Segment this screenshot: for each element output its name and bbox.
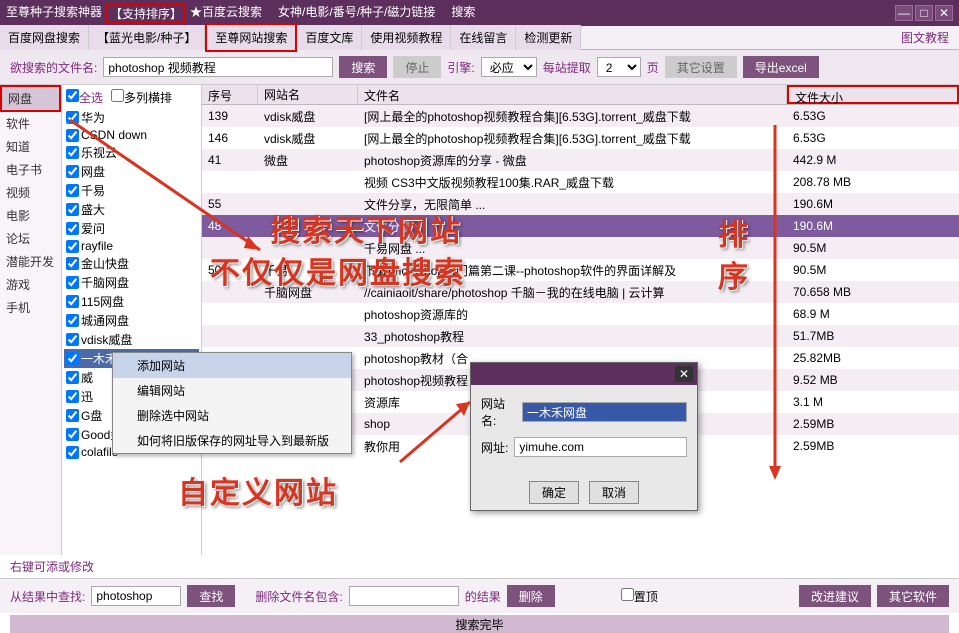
per-select[interactable]: 2 bbox=[597, 57, 641, 77]
table-row[interactable]: 55文件分享，无限简单 ...190.6M bbox=[202, 193, 959, 215]
category-item[interactable]: 游戏 bbox=[0, 273, 61, 296]
search-input[interactable] bbox=[103, 57, 333, 77]
table-row[interactable]: 50千易下载photoshop入门篇第二课--photoshop软件的界面详解及… bbox=[202, 259, 959, 281]
col-name[interactable]: 文件名 bbox=[358, 85, 787, 104]
category-item[interactable]: 视频 bbox=[0, 181, 61, 204]
stop-button[interactable]: 停止 bbox=[393, 56, 441, 78]
dlg-cancel[interactable]: 取消 bbox=[589, 481, 639, 504]
table-row[interactable]: 视频 CS3中文版视频教程100集.RAR_威盘下载208.78 MB bbox=[202, 171, 959, 193]
baidu-cloud[interactable]: ★百度云搜索 bbox=[190, 3, 262, 24]
engine-select[interactable]: 必应 bbox=[481, 57, 537, 77]
select-all[interactable]: 全选 bbox=[66, 89, 103, 106]
dlg-url-label: 网址: bbox=[481, 439, 508, 456]
del-suffix: 的结果 bbox=[465, 588, 501, 605]
progress-bar: 搜索完毕 bbox=[10, 615, 949, 633]
support-sort: 【支持排序】 bbox=[106, 3, 186, 24]
site-item[interactable]: 115网盘 bbox=[64, 292, 199, 311]
table-row[interactable]: 146vdisk威盘[网上最全的photoshop视频教程合集][6.53G].… bbox=[202, 127, 959, 149]
category-item[interactable]: 潜能开发 bbox=[0, 250, 61, 273]
filter-bar: 从结果中查找: 查找 删除文件名包含: 的结果 删除 置顶 改进建议 其它软件 bbox=[0, 578, 959, 613]
table-row[interactable]: 48文件分享 ...190.6M bbox=[202, 215, 959, 237]
site-item[interactable]: 华为 bbox=[64, 108, 199, 127]
tab-1[interactable]: 【蓝光电影/种子】 bbox=[89, 25, 205, 50]
maximize-button[interactable]: □ bbox=[915, 5, 933, 21]
site-item[interactable]: 乐视云 bbox=[64, 143, 199, 162]
tab-2[interactable]: 至尊网站搜索 bbox=[205, 23, 297, 52]
category-item[interactable]: 电子书 bbox=[0, 158, 61, 181]
filter-input[interactable] bbox=[91, 586, 181, 606]
app-title: 至尊种子搜索神器 bbox=[6, 3, 102, 24]
site-item[interactable]: CSDN down bbox=[64, 127, 199, 143]
search-label: 欲搜索的文件名: bbox=[10, 59, 97, 76]
tab-5[interactable]: 在线留言 bbox=[451, 25, 516, 50]
main-tabs: 百度网盘搜索【蓝光电影/种子】至尊网站搜索百度文库使用视频教程在线留言检测更新 图… bbox=[0, 26, 959, 50]
site-item[interactable]: 金山快盘 bbox=[64, 254, 199, 273]
multi-col[interactable]: 多列横排 bbox=[111, 89, 172, 106]
col-seq[interactable]: 序号 bbox=[202, 85, 258, 104]
search-button[interactable]: 搜索 bbox=[339, 56, 387, 78]
dlg-name-input[interactable] bbox=[522, 402, 687, 422]
category-item[interactable]: 论坛 bbox=[0, 227, 61, 250]
site-item[interactable]: 城通网盘 bbox=[64, 311, 199, 330]
ctx-item[interactable]: 添加网站 bbox=[113, 353, 351, 378]
add-site-dialog: ✕ 网站名: 网址: 确定 取消 bbox=[470, 362, 698, 511]
table-row[interactable]: photoshop资源库的68.9 M bbox=[202, 303, 959, 325]
context-menu: 添加网站编辑网站删除选中网站如何将旧版保存的网址导入到最新版 bbox=[112, 352, 352, 454]
progress-text: 搜索完毕 bbox=[455, 616, 503, 633]
site-item[interactable]: vdisk威盘 bbox=[64, 330, 199, 349]
page-label: 页 bbox=[647, 59, 659, 76]
find-button[interactable]: 查找 bbox=[187, 585, 235, 607]
close-button[interactable]: ✕ bbox=[935, 5, 953, 21]
del-input[interactable] bbox=[349, 586, 459, 606]
per-label: 每站提取 bbox=[543, 59, 591, 76]
tab-tutorial[interactable]: 图文教程 bbox=[891, 25, 959, 50]
config-button[interactable]: 其它设置 bbox=[665, 56, 737, 78]
tab-3[interactable]: 百度文库 bbox=[297, 25, 362, 50]
filter-label: 从结果中查找: bbox=[10, 588, 85, 605]
suggest-button[interactable]: 改进建议 bbox=[799, 585, 871, 607]
pin-check[interactable]: 置顶 bbox=[621, 588, 658, 605]
col-site[interactable]: 网站名 bbox=[258, 85, 358, 104]
dlg-name-label: 网站名: bbox=[481, 395, 516, 429]
table-row[interactable]: 千易网盘 ...90.5M bbox=[202, 237, 959, 259]
table-row[interactable]: 139vdisk威盘[网上最全的photoshop视频教程合集][6.53G].… bbox=[202, 105, 959, 127]
dlg-url-input[interactable] bbox=[514, 437, 687, 457]
col-size[interactable]: 文件大小 bbox=[787, 85, 959, 104]
minimize-button[interactable]: — bbox=[895, 5, 913, 21]
site-item[interactable]: 网盘 bbox=[64, 162, 199, 181]
other-button[interactable]: 其它软件 bbox=[877, 585, 949, 607]
category-item[interactable]: 电影 bbox=[0, 204, 61, 227]
table-row[interactable]: 33_photoshop教程51.7MB bbox=[202, 325, 959, 347]
site-item[interactable]: rayfile bbox=[64, 238, 199, 254]
del-label: 删除文件名包含: bbox=[255, 588, 342, 605]
site-list: 全选 多列横排 华为CSDN down乐视云网盘千易盛大爱问rayfile金山快… bbox=[62, 85, 202, 555]
site-item[interactable]: 千易 bbox=[64, 181, 199, 200]
export-button[interactable]: 导出excel bbox=[743, 56, 819, 78]
category-item[interactable]: 手机 bbox=[0, 296, 61, 319]
tab-4[interactable]: 使用视频教程 bbox=[362, 25, 451, 50]
ctx-item[interactable]: 删除选中网站 bbox=[113, 403, 351, 428]
ctx-item[interactable]: 如何将旧版保存的网址导入到最新版 bbox=[113, 428, 351, 453]
nav-search[interactable]: 搜索 bbox=[451, 3, 475, 24]
delete-button[interactable]: 删除 bbox=[507, 585, 555, 607]
category-item[interactable]: 知道 bbox=[0, 135, 61, 158]
engine-label: 引擎: bbox=[447, 59, 474, 76]
ctx-item[interactable]: 编辑网站 bbox=[113, 378, 351, 403]
category-item[interactable]: 软件 bbox=[0, 112, 61, 135]
site-item[interactable]: 盛大 bbox=[64, 200, 199, 219]
table-row[interactable]: 41微盘photoshop资源库的分享 - 微盘442.9 M bbox=[202, 149, 959, 171]
nav-links[interactable]: 女神/电影/番号/种子/磁力链接 bbox=[278, 3, 435, 24]
site-item[interactable]: 千脑网盘 bbox=[64, 273, 199, 292]
tab-0[interactable]: 百度网盘搜索 bbox=[0, 25, 89, 50]
hint-text: 右键可添或修改 bbox=[0, 555, 959, 578]
titlebar: 至尊种子搜索神器 【支持排序】 ★百度云搜索 女神/电影/番号/种子/磁力链接 … bbox=[0, 0, 959, 26]
category-list: 网盘软件知道电子书视频电影论坛潜能开发游戏手机 bbox=[0, 85, 62, 555]
category-item[interactable]: 网盘 bbox=[0, 85, 61, 112]
dlg-ok[interactable]: 确定 bbox=[529, 481, 579, 504]
table-row[interactable]: 千脑网盘//cainiaoit/share/photoshop 千脑－我的在线电… bbox=[202, 281, 959, 303]
dialog-close[interactable]: ✕ bbox=[675, 366, 693, 382]
search-bar: 欲搜索的文件名: 搜索 停止 引擎: 必应 每站提取 2 页 其它设置 导出ex… bbox=[0, 50, 959, 85]
site-item[interactable]: 爱问 bbox=[64, 219, 199, 238]
tab-6[interactable]: 检测更新 bbox=[516, 25, 581, 50]
